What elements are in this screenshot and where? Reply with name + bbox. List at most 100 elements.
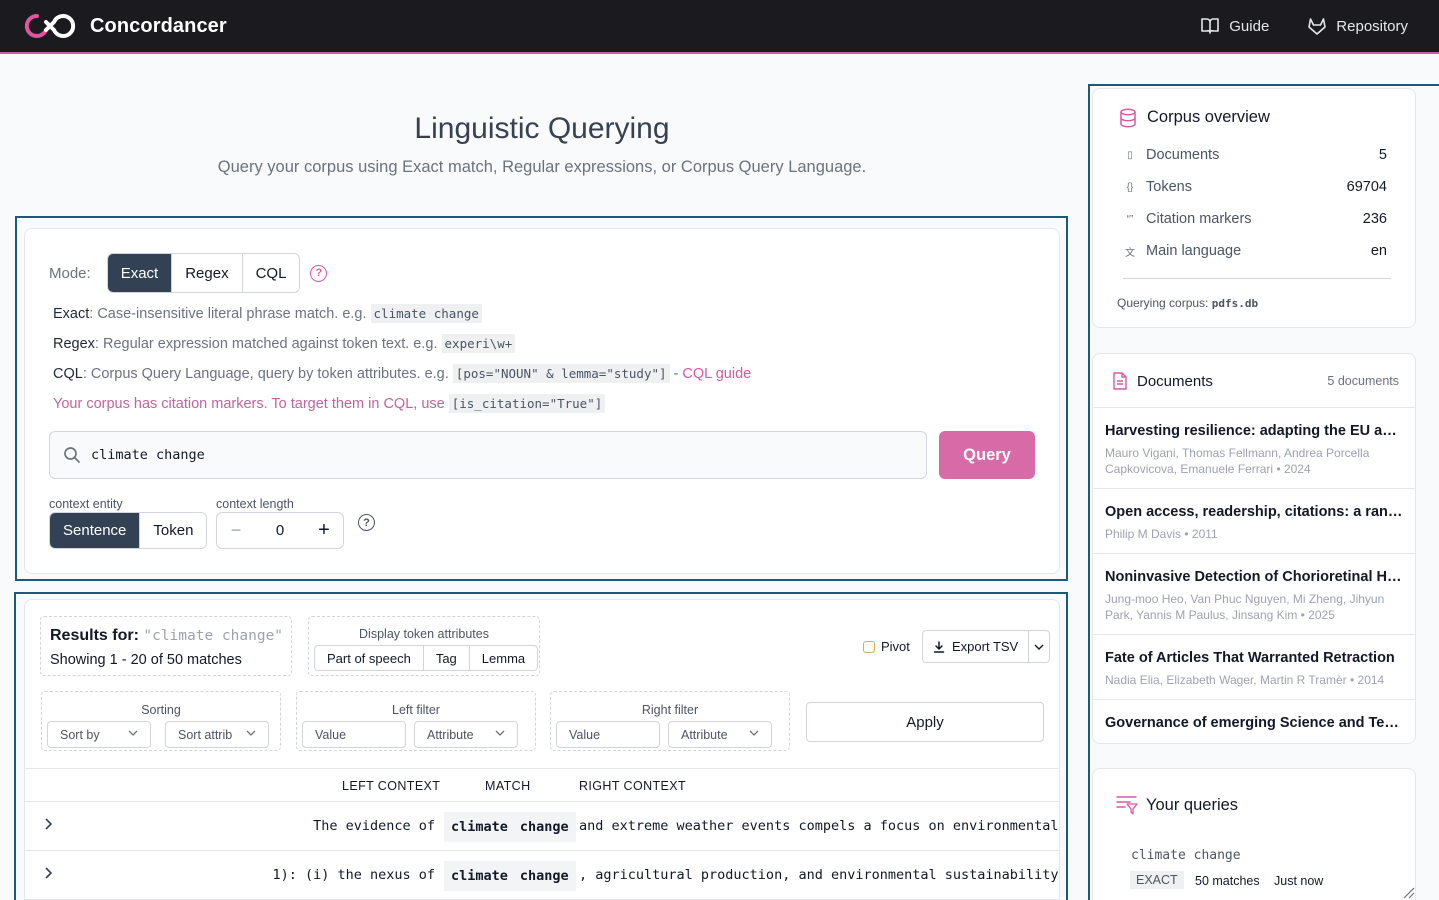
saved-query-text[interactable]: climate change [1131, 848, 1241, 863]
corpus-overview-title: Corpus overview [1147, 108, 1270, 126]
export-dropdown-button[interactable] [1029, 631, 1049, 662]
mode-cql-button[interactable]: CQL [242, 254, 300, 292]
sort-attribute-select[interactable]: Sort attrib [165, 721, 269, 748]
cql-example: [pos="NOUN" & lemma="study"] [452, 364, 670, 383]
document-meta: Capkovicova, Emanuele Ferrari • 2024 [1105, 462, 1311, 476]
document-item[interactable]: Fate of Articles That Warranted Retracti… [1093, 634, 1415, 699]
search-value: climate change [91, 447, 205, 463]
overview-divider [1123, 278, 1391, 279]
table-row[interactable]: 1): (i) the nexus of climate change , agr… [25, 851, 1059, 900]
left-filter-attribute-select[interactable]: Attribute [414, 721, 518, 748]
list-filter-icon [1116, 796, 1138, 815]
column-left-context[interactable]: LEFT CONTEXT [342, 779, 440, 793]
right-context: , agricultural production, and environme… [579, 867, 1059, 883]
query-match-count: 50 matches [1195, 874, 1260, 888]
right-context: and extreme weather events compels a foc… [579, 818, 1059, 834]
decrement-button[interactable]: − [217, 520, 255, 541]
right-filter-attribute-select[interactable]: Attribute [668, 721, 772, 748]
search-input[interactable]: climate change [49, 431, 927, 479]
document-title: Harvesting resilience: adapting the EU a… [1105, 423, 1403, 439]
nav-repository-link[interactable]: Repository [1307, 17, 1408, 36]
mode-label: Mode: [49, 264, 91, 282]
match-token: climate [451, 819, 508, 835]
context-length-value[interactable]: 0 [255, 522, 305, 539]
chevron-right-icon[interactable] [43, 816, 55, 832]
querying-corpus: Querying corpus: pdfs.db [1117, 296, 1258, 310]
regex-name: Regex [53, 336, 95, 352]
regex-example: experi\w+ [441, 334, 516, 353]
document-meta: Park, Yannis M Paulus, Jinsang Kim • 202… [1105, 608, 1335, 622]
exact-name: Exact [53, 306, 90, 322]
document-item[interactable]: Open access, readership, citations: a ra… [1093, 488, 1415, 553]
entity-token-button[interactable]: Token [140, 513, 207, 548]
nav-guide-link[interactable]: Guide [1200, 17, 1269, 35]
language-icon: 文 [1125, 247, 1135, 259]
your-queries-title: Your queries [1146, 796, 1239, 814]
document-title: Open access, readership, citations: a ra… [1105, 504, 1403, 520]
stat-label: Main language [1146, 243, 1242, 259]
database-icon [1120, 108, 1136, 128]
left-filter-value-input[interactable]: Value [302, 721, 406, 748]
left-context: 1): (i) the nexus of [272, 867, 435, 883]
quote-icon: “” [1126, 213, 1134, 225]
match-token: climate [451, 868, 508, 884]
query-card: Mode: Exact Regex CQL ? Exact: Case-inse… [24, 228, 1060, 574]
match-token: change [519, 868, 569, 884]
document-title: Fate of Articles That Warranted Retracti… [1105, 650, 1395, 666]
exact-example: climate change [370, 304, 482, 323]
cql-guide-link[interactable]: CQL guide [682, 366, 751, 382]
attribute-toggles: Part of speech Tag Lemma [314, 645, 539, 671]
query-button[interactable]: Query [939, 431, 1035, 479]
right-filter-value-input[interactable]: Value [556, 721, 660, 748]
sort-by-select[interactable]: Sort by [47, 721, 151, 748]
brand[interactable]: Concordancer [24, 12, 227, 40]
stat-value: en [1370, 243, 1387, 259]
cql-separator: - [669, 366, 683, 382]
pivot-checkbox-box[interactable] [863, 640, 875, 653]
brackets-icon: {} [1126, 181, 1134, 193]
document-item[interactable]: Noninvasive Detection of Chorioretinal H… [1093, 553, 1415, 634]
left-filter-label: Left filter [392, 703, 440, 717]
stat-tokens: {} Tokens 69704 [1123, 179, 1387, 195]
stat-label: Documents [1146, 147, 1220, 163]
apply-button[interactable]: Apply [806, 702, 1044, 742]
page-subtitle: Query your corpus using Exact match, Reg… [217, 158, 867, 176]
documents-count: 5 documents [1327, 374, 1399, 388]
table-row[interactable]: The evidence of climate change and extrem… [25, 802, 1059, 851]
left-filter-attribute-value: Attribute [427, 727, 474, 742]
search-icon [64, 447, 80, 463]
sort-by-value: Sort by [60, 727, 100, 742]
mode-help-icon[interactable]: ? [310, 264, 328, 282]
document-item[interactable]: Harvesting resilience: adapting the EU a… [1093, 407, 1415, 488]
corpus-filename: pdfs.db [1211, 297, 1259, 310]
column-right-context[interactable]: RIGHT CONTEXT [579, 779, 686, 793]
column-match[interactable]: MATCH [485, 779, 531, 793]
export-tsv-button[interactable]: Export TSV [923, 631, 1030, 662]
attr-lemma-toggle[interactable]: Lemma [470, 646, 537, 670]
document-item[interactable]: Governance of emerging Science and Techn… [1093, 699, 1415, 743]
exact-description: Exact: Case-insensitive literal phrase m… [53, 304, 482, 323]
context-length-stepper: − 0 + [216, 512, 344, 549]
download-icon [933, 640, 945, 653]
chevron-right-icon[interactable] [43, 865, 55, 881]
cql-text: : Corpus Query Language, query by token … [82, 366, 453, 382]
gitlab-icon [1308, 17, 1327, 35]
export-tsv-label: Export TSV [952, 639, 1019, 654]
entity-sentence-button[interactable]: Sentence [50, 513, 141, 548]
results-count: Showing 1 - 20 of 50 matches [50, 652, 242, 668]
export-tsv-group: Export TSV [922, 630, 1051, 663]
mode-exact-button[interactable]: Exact [107, 254, 173, 292]
resize-handle-icon[interactable] [1401, 885, 1415, 899]
increment-button[interactable]: + [305, 519, 343, 542]
your-queries-card: Your queries climate change EXACT 50 mat… [1092, 768, 1416, 900]
citation-hint: Your corpus has citation markers. To tar… [53, 394, 606, 413]
mode-regex-button[interactable]: Regex [172, 254, 243, 292]
corpus-overview-card: Corpus overview ▯ Documents 5 {} Tokens … [1092, 88, 1416, 328]
context-help-icon[interactable]: ? [358, 514, 375, 531]
attr-pos-toggle[interactable]: Part of speech [315, 646, 424, 670]
stat-value: 236 [1362, 211, 1387, 227]
document-meta: Nadia Elia, Elizabeth Wager, Martin R Tr… [1105, 673, 1385, 687]
document-icon [1113, 372, 1127, 390]
attr-tag-toggle[interactable]: Tag [424, 646, 470, 670]
pivot-checkbox[interactable]: Pivot [863, 639, 910, 654]
